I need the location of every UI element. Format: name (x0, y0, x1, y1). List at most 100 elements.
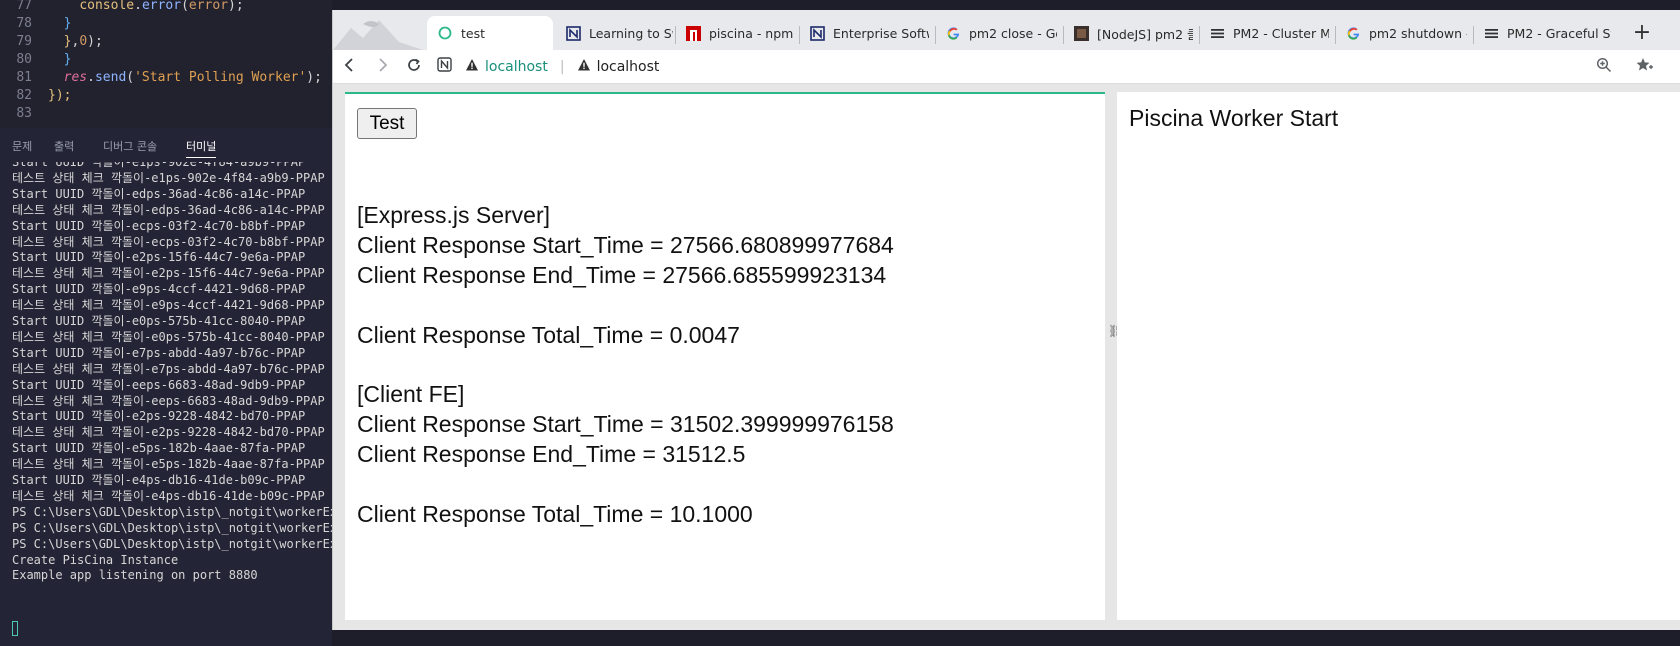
right-pane: Piscina Worker Start (1117, 92, 1680, 620)
terminal-line: Create PisCina Instance (12, 552, 179, 567)
browser-tab-label: [NodeJS] pm2 클러스터 (1097, 26, 1193, 42)
terminal-line: Start UUID 깍돌이-e0ps-575b-41cc-8040-PPAP (12, 314, 306, 328)
loading-circle-icon (437, 25, 453, 41)
home-button[interactable] (431, 54, 457, 80)
output-line: Client Response End_Time = 31512.5 (357, 441, 746, 468)
output-line: [Express.js Server] (357, 202, 550, 228)
browser-tab-pm2-cluster-mode[interactable]: PM2 - Cluster Mode (1209, 16, 1329, 50)
browser-tab-label: PM2 - Graceful Start (1507, 25, 1611, 41)
tab-separator (799, 26, 800, 44)
terminal-output[interactable]: Start UUID 깍돌이-e1ps-902e-4f84-a9b9-PPAP 테… (0, 162, 332, 646)
bookmark-button[interactable] (1631, 54, 1657, 80)
warning-icon (577, 58, 591, 76)
browser-tab-label: PM2 - Cluster Mode (1233, 25, 1329, 41)
browser-tab-test[interactable]: test (427, 16, 553, 50)
output-line: Client Response Total_Time = 0.0047 (357, 321, 740, 348)
tab-debug-console[interactable]: 디버그 콘솔 (103, 138, 157, 154)
n-square-icon (436, 57, 452, 77)
terminal-line: Start UUID 깍돌이-ecps-03f2-4c70-b8bf-PPAP (12, 218, 306, 233)
tab-separator (675, 26, 676, 44)
reload-button[interactable] (401, 54, 427, 80)
new-tab-button[interactable]: + (1627, 18, 1657, 48)
line-number: 78 (16, 16, 32, 31)
tab-separator (935, 26, 936, 44)
tab-problems[interactable]: 문제 (12, 138, 32, 154)
terminal-line: PS C:\Users\GDL\Desktop\istp\_notgit\wor… (12, 520, 332, 535)
tab-output[interactable]: 출력 (54, 138, 74, 154)
line-number: 79 (16, 34, 32, 49)
panel-tab-bar: 문제 출력 디버그 콘솔 터미널 (0, 134, 332, 160)
code-token: ( (126, 70, 135, 85)
tab-terminal[interactable]: 터미널 (186, 138, 217, 158)
zoom-button[interactable] (1591, 54, 1617, 80)
arrow-left-icon (342, 57, 358, 78)
browser-tab-label: pm2 close - Google (969, 25, 1057, 41)
line-number: 81 (16, 70, 32, 85)
tab-separator (1063, 26, 1064, 44)
code-token: } (63, 52, 72, 67)
terminal-line: 테스트 상태 체크 깍돌이-e4ps-db16-41de-b09c-PPAP (12, 488, 325, 503)
code-line: 77 console.error(error); (0, 0, 332, 15)
browser-tab-pm2-shutdown-google[interactable]: pm2 shutdown - Google (1345, 16, 1467, 50)
output-line: [Client FE] (357, 381, 465, 408)
test-button[interactable]: Test (357, 108, 417, 139)
terminal-line: 테스트 상태 체크 깍돌이-ecps-03f2-4c70-b8bf-PPAP (12, 234, 325, 249)
browser-window: test Learning to Swim piscina - npm Ente… (332, 10, 1680, 630)
star-add-icon (1636, 57, 1653, 78)
terminal-line: Start UUID 깍돌이-eeps-6683-48ad-9db9-PPAP (12, 377, 306, 392)
code-editor[interactable]: 77 console.error(error); 78 } 79 },0); 80 }… (0, 0, 332, 128)
back-button[interactable] (337, 54, 363, 80)
code-line: 80 } (0, 50, 332, 69)
line-number: 77 (16, 0, 32, 13)
npm-icon (685, 25, 701, 41)
browser-tab-learning-to-swim[interactable]: Learning to Swim (565, 16, 673, 50)
address-host: localhost (485, 59, 548, 75)
tab-separator (1473, 26, 1474, 44)
terminal-line: 테스트 상태 체크 깍돌이-eeps-6683-48ad-9db9-PPAP (12, 393, 325, 408)
browser-tab-label: test (461, 25, 486, 41)
n-logo-icon (565, 25, 581, 41)
terminal-line: Start UUID 깍돌이-e7ps-abdd-4a97-b76c-PPAP (12, 345, 306, 360)
browser-tab-piscina-npm[interactable]: piscina - npm (685, 16, 793, 50)
browser-toolbar: localhost | localhost (333, 50, 1680, 84)
browser-tab-pm2-graceful[interactable]: PM2 - Graceful Start (1483, 16, 1611, 50)
split-view-content: Test [Express.js Server] Client Response … (333, 84, 1680, 630)
code-token: error (141, 0, 182, 13)
terminal-line: Start UUID 깍돌이-e2ps-15f6-44c7-9e6a-PPAP (12, 250, 306, 265)
forward-button[interactable] (369, 54, 395, 80)
code-line: 78 } (0, 14, 332, 33)
code-token: error (188, 0, 229, 13)
browser-tab-pm2-close-google[interactable]: pm2 close - Google (945, 16, 1057, 50)
output-line: Client Response Start_Time = 27566.68089… (357, 231, 894, 258)
menu-lines-icon (1209, 25, 1225, 41)
browser-tab-label: Learning to Swim (589, 25, 673, 41)
left-pane: Test [Express.js Server] Client Response … (345, 92, 1105, 620)
terminal-line: 테스트 상태 체크 깍돌이-e0ps-575b-41cc-8040-PPAP (12, 329, 325, 344)
thumbnail-icon (1073, 25, 1089, 41)
terminal-line: Start UUID 깍돌이-edps-36ad-4c86-a14c-PPAP (12, 186, 306, 201)
code-token: } (63, 16, 72, 31)
address-divider: | (559, 59, 565, 75)
output-line: Client Response Start_Time = 31502.39999… (357, 411, 894, 438)
terminal-line: PS C:\Users\GDL\Desktop\istp\_notgit\wor… (12, 536, 332, 551)
terminal-line: 테스트 상태 체크 깍돌이-e2ps-9228-4842-bd70-PPAP (12, 425, 325, 440)
terminal-line: Start UUID 깍돌이-e5ps-182b-4aae-87fa-PPAP (12, 441, 306, 456)
terminal-line: 테스트 상태 체크 깍돌이-e9ps-4ccf-4421-9d68-PPAP (12, 298, 325, 313)
browser-tab-enterprise-software[interactable]: Enterprise Software (809, 16, 929, 50)
terminal-line: 테스트 상태 체크 깍돌이-e5ps-182b-4aae-87fa-PPAP (12, 457, 325, 472)
browser-tab-label: piscina - npm (709, 25, 793, 41)
code-token: ); (306, 70, 322, 85)
address-bar[interactable]: localhost | localhost (465, 54, 1565, 80)
code-token: . (134, 0, 142, 13)
terminal-line: Start UUID 깍돌이-e2ps-9228-4842-bd70-PPAP (12, 409, 306, 424)
zoom-in-icon (1596, 57, 1612, 78)
menu-lines-icon (1483, 25, 1499, 41)
browser-tab-nodejs-pm2[interactable]: [NodeJS] pm2 클러스터 (1073, 16, 1193, 50)
vscode-window: 77 console.error(error); 78 } 79 },0); 80 }… (0, 0, 332, 646)
code-token: console (79, 0, 135, 13)
